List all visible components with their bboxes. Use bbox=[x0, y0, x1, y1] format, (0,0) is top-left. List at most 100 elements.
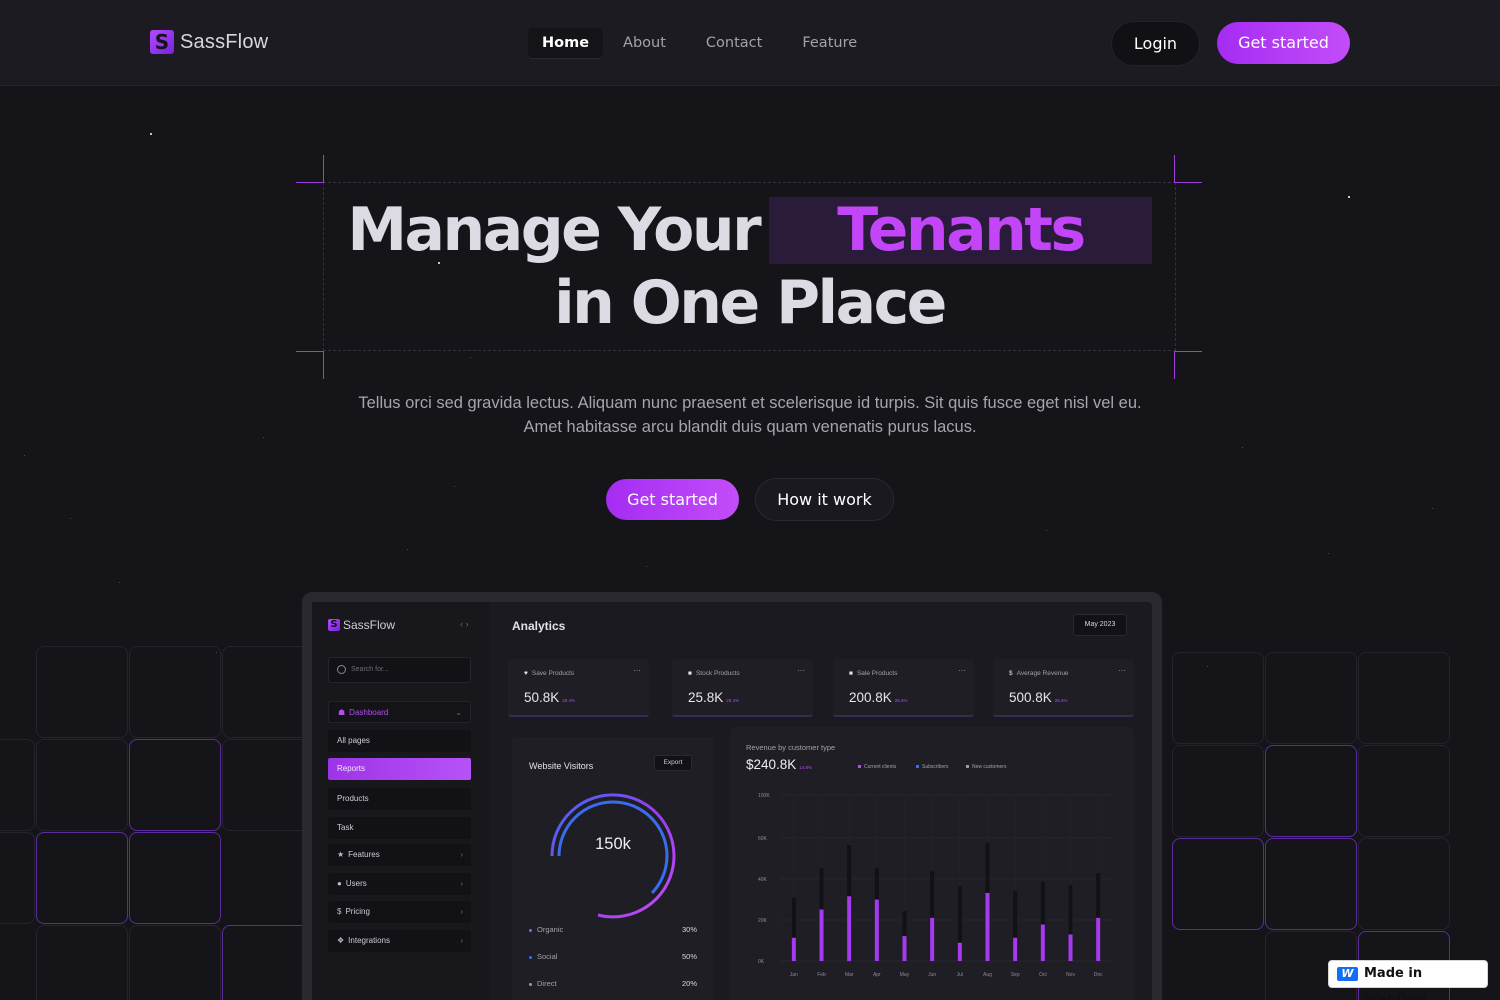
sidebar-item-label: Users bbox=[345, 879, 367, 888]
x-tick-label: Dec bbox=[1094, 972, 1103, 978]
revenue-card: Revenue by customer type $240.8K 14.8% Cu… bbox=[730, 727, 1134, 1000]
more-options-icon[interactable]: ··· bbox=[633, 666, 641, 675]
stat-label: $ Average Revenue bbox=[1009, 670, 1069, 677]
grid-square bbox=[1358, 652, 1450, 744]
grid-square bbox=[36, 646, 128, 738]
dashboard-preview: S SassFlow ‹ › Search for... ☗ Dashboard … bbox=[302, 592, 1162, 1000]
bar bbox=[1013, 937, 1018, 961]
x-tick-label: Mar bbox=[845, 972, 854, 978]
sidebar-item-task[interactable]: Task bbox=[328, 817, 471, 839]
stat-value: 500.8K 28.4% bbox=[1009, 690, 1068, 705]
visitors-donut-chart bbox=[550, 793, 676, 919]
grid-square bbox=[1265, 652, 1357, 744]
chevron-right-icon: › bbox=[460, 907, 463, 916]
y-tick-label: 100K bbox=[758, 793, 770, 799]
hero-subtitle: Tellus orci sed gravida lectus. Aliquam … bbox=[300, 391, 1200, 439]
brand-logo[interactable]: S SassFlow bbox=[150, 30, 268, 54]
y-tick-label: 0K bbox=[758, 959, 765, 965]
dashboard-search-input[interactable]: Search for... bbox=[328, 657, 471, 683]
sidebar-item-users[interactable]: ● Users › bbox=[328, 873, 471, 895]
analytics-title: Analytics bbox=[512, 619, 566, 633]
coin-icon: $ bbox=[1009, 670, 1013, 677]
how-it-works-button[interactable]: How it work bbox=[755, 478, 894, 521]
stat-card: ♥ Save Products ··· 50.8K 28.4% bbox=[508, 659, 649, 717]
grid-square-highlight bbox=[1172, 838, 1264, 930]
frame-corner bbox=[296, 155, 326, 185]
grid-square bbox=[129, 646, 221, 738]
nav-link-feature[interactable]: Feature bbox=[782, 28, 877, 58]
x-tick-label: Oct bbox=[1039, 972, 1047, 978]
sidebar-item-label: Features bbox=[348, 850, 380, 859]
date-selector[interactable]: May 2023 bbox=[1073, 614, 1127, 636]
home-icon: ☗ bbox=[338, 708, 346, 717]
legend-value: 30% bbox=[681, 925, 697, 934]
logo-icon: S bbox=[328, 619, 340, 631]
frame-corner bbox=[1174, 351, 1204, 381]
stat-card: ■ Sale Products ··· 200.8K 28.4% bbox=[833, 659, 974, 717]
nav-link-home[interactable]: Home bbox=[528, 28, 604, 58]
grid-square-highlight bbox=[1265, 745, 1357, 837]
webflow-logo-icon: W bbox=[1337, 967, 1358, 981]
star bbox=[1432, 508, 1433, 509]
more-options-icon[interactable]: ··· bbox=[958, 666, 966, 675]
visitors-legend-direct: Direct 20% bbox=[529, 979, 697, 988]
visitors-legend-organic: Organic 30% bbox=[529, 925, 697, 934]
visitors-total: 150k bbox=[595, 835, 631, 853]
hero-title-text: Manage Your bbox=[347, 195, 761, 265]
cart-icon: ■ bbox=[849, 670, 853, 677]
user-icon: ● bbox=[337, 879, 342, 888]
legend-value: 50% bbox=[681, 952, 697, 961]
sidebar-item-label: Dashboard bbox=[349, 708, 389, 717]
sidebar-item-label: All pages bbox=[337, 736, 370, 745]
logo-icon: S bbox=[150, 30, 174, 54]
stat-label: ♥ Save Products bbox=[524, 670, 574, 677]
stat-value-text: 25.8K bbox=[688, 690, 724, 705]
sidebar-item-integrations[interactable]: ❖ Integrations › bbox=[328, 930, 471, 952]
nav-get-started-button[interactable]: Get started bbox=[1217, 22, 1350, 64]
grid-square-highlight bbox=[222, 925, 314, 1000]
bar bbox=[819, 909, 824, 961]
collapse-arrows-icon[interactable]: ‹ › bbox=[460, 619, 469, 629]
star bbox=[1242, 447, 1243, 448]
stat-card: ■ Stock Products ··· 25.8K 28.4% bbox=[672, 659, 813, 717]
more-options-icon[interactable]: ··· bbox=[797, 666, 805, 675]
sidebar-item-label: Pricing bbox=[345, 907, 370, 916]
search-placeholder: Search for... bbox=[351, 666, 389, 673]
made-in-webflow-badge[interactable]: W Made in Webflow bbox=[1328, 960, 1488, 1000]
sidebar-item-pricing[interactable]: $ Pricing › bbox=[328, 901, 471, 923]
x-tick-label: Nov bbox=[1066, 972, 1075, 978]
nav-link-about[interactable]: About bbox=[603, 28, 686, 58]
grid-square bbox=[36, 925, 128, 1000]
more-options-icon[interactable]: ··· bbox=[1118, 666, 1126, 675]
x-tick-label: Apr bbox=[873, 972, 881, 978]
hero-get-started-button[interactable]: Get started bbox=[606, 479, 739, 520]
legend-label: Direct bbox=[537, 979, 557, 988]
sidebar-item-label: Task bbox=[337, 823, 354, 832]
badge-label: Made in Webflow bbox=[1364, 966, 1427, 1000]
grid-square-highlight bbox=[36, 832, 128, 924]
nav-link-contact[interactable]: Contact bbox=[686, 28, 782, 58]
y-tick-label: 20K bbox=[758, 918, 768, 924]
x-tick-label: May bbox=[900, 972, 910, 978]
bar bbox=[1068, 934, 1073, 961]
sidebar-item-all-pages[interactable]: All pages bbox=[328, 730, 471, 752]
login-button[interactable]: Login bbox=[1111, 21, 1200, 66]
brand-name: SassFlow bbox=[180, 30, 269, 53]
sidebar-item-dashboard[interactable]: ☗ Dashboard ⌄ bbox=[328, 701, 471, 723]
sidebar-item-features[interactable]: ★ Features › bbox=[328, 844, 471, 866]
stat-change: 28.4% bbox=[894, 698, 908, 703]
export-button[interactable]: Export bbox=[654, 755, 692, 771]
grid-square bbox=[36, 739, 128, 831]
bar bbox=[1096, 917, 1101, 961]
sidebar-item-reports[interactable]: Reports bbox=[328, 758, 471, 780]
x-tick-label: Jul bbox=[957, 972, 963, 978]
dashboard-window: S SassFlow ‹ › Search for... ☗ Dashboard … bbox=[312, 602, 1152, 1000]
dashboard-sidebar: S SassFlow ‹ › Search for... ☗ Dashboard … bbox=[312, 602, 490, 1000]
sidebar-item-products[interactable]: Products bbox=[328, 788, 471, 810]
hero-subtitle-line1: Tellus orci sed gravida lectus. Aliquam … bbox=[358, 394, 1142, 412]
legend-dot bbox=[529, 928, 532, 932]
sidebar-item-label: Products bbox=[337, 794, 369, 803]
dashboard-brand: S SassFlow bbox=[328, 618, 395, 632]
star bbox=[407, 549, 408, 550]
stat-value: 200.8K 28.4% bbox=[849, 690, 908, 705]
